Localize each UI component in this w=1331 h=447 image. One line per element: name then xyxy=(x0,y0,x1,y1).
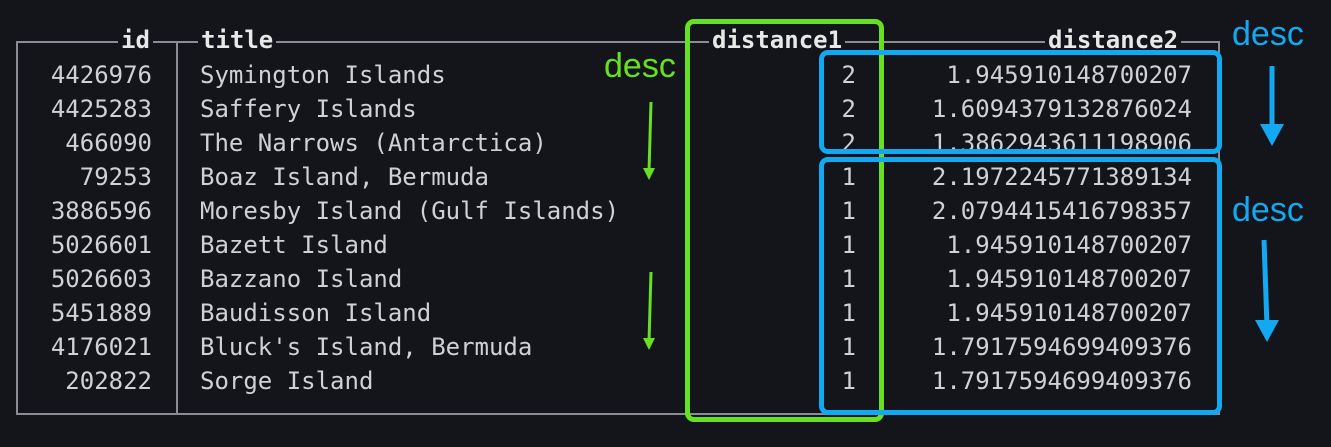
cell-id: 79253 xyxy=(79,163,152,191)
cell-title: Bluck's Island, Bermuda xyxy=(200,333,533,361)
distance2-sort-label-top: desc xyxy=(1232,15,1304,53)
cell-title: Bazzano Island xyxy=(200,265,403,293)
cell-title: Baudisson Island xyxy=(200,299,432,327)
column-header-title: title xyxy=(198,24,277,56)
cell-id: 5451889 xyxy=(50,299,152,327)
cell-id: 4176021 xyxy=(50,333,152,361)
cell-id: 466090 xyxy=(65,129,152,157)
table-top-border-left xyxy=(16,41,1220,43)
green-down-arrow-icon xyxy=(643,101,655,180)
cell-title: Saffery Islands xyxy=(200,95,417,123)
cell-id: 5026601 xyxy=(50,231,152,259)
column-header-id: id xyxy=(118,24,153,56)
distance2-group-box-bottom xyxy=(819,157,1222,415)
cell-title: Symington Islands xyxy=(200,61,446,89)
cell-id: 3886596 xyxy=(50,197,152,225)
cell-id: 4425283 xyxy=(50,95,152,123)
terminal-output: id title distance1 distance2 4426976 Sym… xyxy=(0,0,1331,447)
cell-title: Boaz Island, Bermuda xyxy=(200,163,489,191)
cell-title: Moresby Island (Gulf Islands) xyxy=(200,197,620,225)
green-down-arrow-icon xyxy=(643,271,655,350)
cell-id: 4426976 xyxy=(50,61,152,89)
cell-title: The Narrows (Antarctica) xyxy=(200,129,547,157)
distance2-sort-label-bottom: desc xyxy=(1232,191,1304,229)
cell-title: Sorge Island xyxy=(200,367,374,395)
cell-id: 5026603 xyxy=(50,265,152,293)
cell-title: Bazett Island xyxy=(200,231,388,259)
blue-down-arrow-icon xyxy=(1255,239,1279,342)
cell-id: 202822 xyxy=(65,367,152,395)
distance1-sort-label: desc xyxy=(604,47,676,85)
distance2-group-box-top xyxy=(819,50,1222,154)
blue-down-arrow-icon xyxy=(1260,66,1284,146)
